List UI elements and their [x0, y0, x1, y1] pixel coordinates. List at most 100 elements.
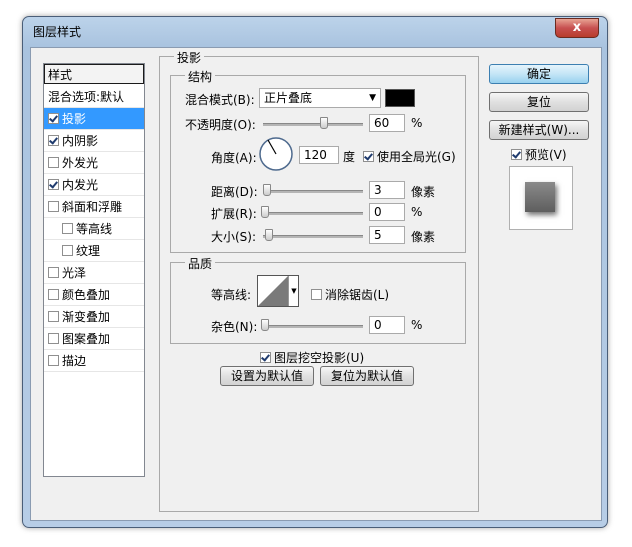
structure-title: 结构 — [185, 68, 216, 85]
style-list-item[interactable]: 颜色叠加 — [44, 284, 144, 306]
angle-unit: 度 — [343, 150, 356, 164]
style-list-item-label: 描边 — [62, 354, 87, 368]
checkbox-icon[interactable] — [48, 201, 59, 212]
style-list-item[interactable]: 投影 — [44, 108, 144, 130]
dialog-body: 样式 混合选项:默认投影内阴影外发光内发光斜面和浮雕等高线纹理光泽颜色叠加渐变叠… — [30, 47, 602, 521]
spread-input[interactable]: 0 — [369, 203, 405, 221]
distance-unit: 像素 — [411, 185, 436, 199]
angle-label: 角度(A): — [211, 151, 257, 165]
distance-input[interactable]: 3 — [369, 181, 405, 199]
ok-button[interactable]: 确定 — [489, 64, 589, 84]
style-list-item-label: 颜色叠加 — [62, 288, 111, 302]
style-list-item-label: 渐变叠加 — [62, 310, 111, 324]
contour-label: 等高线: — [211, 288, 252, 302]
style-list-item-label: 纹理 — [76, 244, 101, 258]
contour-picker[interactable]: ▼ — [257, 275, 299, 307]
style-list-item[interactable]: 内阴影 — [44, 130, 144, 152]
layer-style-dialog: 图层样式 x 样式 混合选项:默认投影内阴影外发光内发光斜面和浮雕等高线纹理光泽… — [22, 16, 608, 528]
blend-mode-label: 混合模式(B): — [185, 93, 255, 107]
style-list-item-label: 外发光 — [62, 156, 99, 170]
spread-slider-track[interactable] — [263, 212, 363, 215]
anti-aliased-checkbox[interactable]: 消除锯齿(L) — [311, 286, 389, 303]
checkbox-icon[interactable] — [48, 267, 59, 278]
style-list-item[interactable]: 混合选项:默认 — [44, 86, 144, 108]
size-slider-track[interactable] — [263, 235, 363, 238]
angle-dial[interactable] — [259, 137, 293, 171]
style-list-item[interactable]: 描边 — [44, 350, 144, 372]
title-bar[interactable]: 图层样式 x — [23, 17, 607, 43]
distance-slider-thumb[interactable] — [263, 184, 271, 196]
shadow-color-swatch[interactable] — [385, 89, 415, 107]
preview-checkbox[interactable]: 预览(V) — [511, 146, 567, 163]
reset-default-button[interactable]: 复位为默认值 — [320, 366, 414, 386]
preview-label: 预览(V) — [525, 148, 567, 162]
opacity-label: 不透明度(O): — [185, 118, 256, 132]
angle-dial-icon — [259, 137, 293, 171]
distance-label: 距离(D): — [211, 185, 258, 199]
opacity-unit: % — [411, 116, 423, 130]
style-list-item-label: 等高线 — [76, 222, 113, 236]
style-list-item[interactable]: 内发光 — [44, 174, 144, 196]
style-list-item[interactable]: 渐变叠加 — [44, 306, 144, 328]
use-global-light-checkbox[interactable]: 使用全局光(G) — [363, 148, 456, 165]
style-list-item-label: 光泽 — [62, 266, 87, 280]
style-list-item[interactable]: 斜面和浮雕 — [44, 196, 144, 218]
size-label: 大小(S): — [211, 230, 257, 244]
opacity-slider-track[interactable] — [263, 123, 363, 126]
checkbox-icon[interactable] — [62, 245, 73, 256]
size-unit: 像素 — [411, 230, 436, 244]
style-list-item[interactable]: 光泽 — [44, 262, 144, 284]
drop-shadow-panel: 投影 结构 混合模式(B): 正片叠底 ▼ 不透明度(O): 60 % 角度(A… — [159, 49, 479, 512]
checkbox-icon[interactable] — [48, 179, 59, 190]
styles-list-header[interactable]: 样式 — [44, 64, 144, 84]
checkbox-icon[interactable] — [48, 289, 59, 300]
checkbox-icon[interactable] — [48, 135, 59, 146]
spread-label: 扩展(R): — [211, 207, 257, 221]
checkbox-icon[interactable] — [48, 311, 59, 322]
structure-group: 结构 混合模式(B): 正片叠底 ▼ 不透明度(O): 60 % 角度(A): — [170, 68, 466, 253]
noise-slider-thumb[interactable] — [261, 319, 269, 331]
checkbox-icon[interactable] — [48, 355, 59, 366]
contour-preview-icon — [258, 276, 288, 306]
style-list-item-label: 投影 — [62, 112, 87, 126]
distance-slider-track[interactable] — [263, 190, 363, 193]
style-list-item[interactable]: 图案叠加 — [44, 328, 144, 350]
noise-slider-track[interactable] — [263, 325, 363, 328]
checkbox-icon — [311, 289, 322, 300]
checkbox-icon — [260, 352, 271, 363]
anti-aliased-label: 消除锯齿(L) — [325, 288, 390, 302]
checkbox-icon[interactable] — [48, 113, 59, 124]
size-slider-thumb[interactable] — [265, 229, 273, 241]
style-list-item[interactable]: 外发光 — [44, 152, 144, 174]
window-title: 图层样式 — [33, 25, 82, 39]
style-list-item-label: 混合选项:默认 — [48, 90, 125, 104]
checkbox-icon[interactable] — [48, 157, 59, 168]
noise-unit: % — [411, 318, 423, 332]
style-list-item-label: 内阴影 — [62, 134, 99, 148]
checkbox-icon[interactable] — [48, 333, 59, 344]
preview-square — [525, 182, 555, 212]
checkbox-icon[interactable] — [62, 223, 73, 234]
use-global-light-label: 使用全局光(G) — [377, 150, 456, 164]
reset-button[interactable]: 复位 — [489, 92, 589, 112]
size-input[interactable]: 5 — [369, 226, 405, 244]
style-list-item[interactable]: 等高线 — [44, 218, 144, 240]
quality-title: 品质 — [185, 255, 216, 272]
quality-group: 品质 等高线: ▼ 消除锯齿(L) 杂色(N): 0 % — [170, 255, 466, 344]
make-default-button[interactable]: 设置为默认值 — [220, 366, 314, 386]
styles-list: 样式 混合选项:默认投影内阴影外发光内发光斜面和浮雕等高线纹理光泽颜色叠加渐变叠… — [43, 63, 145, 477]
blend-mode-select[interactable]: 正片叠底 ▼ — [259, 88, 381, 108]
chevron-down-icon[interactable]: ▼ — [288, 276, 299, 306]
opacity-slider-thumb[interactable] — [320, 117, 328, 129]
noise-input[interactable]: 0 — [369, 316, 405, 334]
opacity-input[interactable]: 60 — [369, 114, 405, 132]
angle-input[interactable]: 120 — [299, 146, 339, 164]
new-style-button[interactable]: 新建样式(W)... — [489, 120, 589, 140]
style-list-item[interactable]: 纹理 — [44, 240, 144, 262]
close-button[interactable]: x — [555, 18, 599, 38]
spread-unit: % — [411, 205, 423, 219]
style-list-item-label: 内发光 — [62, 178, 99, 192]
layer-knocks-out-checkbox[interactable]: 图层挖空投影(U) — [260, 349, 364, 366]
spread-slider-thumb[interactable] — [261, 206, 269, 218]
blend-mode-value: 正片叠底 — [264, 91, 313, 105]
